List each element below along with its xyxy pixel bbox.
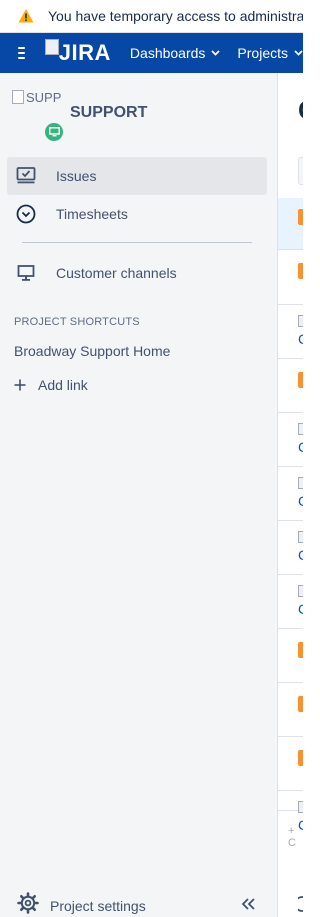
warning-icon xyxy=(18,8,34,24)
sidebar-item-issues[interactable]: Issues xyxy=(7,157,267,195)
project-avatar[interactable]: SUPP xyxy=(12,90,61,105)
service-desk-badge-icon xyxy=(45,123,63,141)
issue-tag xyxy=(298,209,303,225)
shortcut-link[interactable]: Broadway Support Home xyxy=(14,343,170,359)
issues-icon xyxy=(15,165,37,187)
broken-image-icon xyxy=(298,801,303,813)
nav-projects-label: Projects xyxy=(237,45,288,61)
nav-projects[interactable]: Projects xyxy=(237,45,303,61)
logo-text: JIRA xyxy=(58,40,111,65)
monitor-icon xyxy=(15,262,37,284)
hamburger-icon[interactable] xyxy=(18,47,25,59)
search-input[interactable] xyxy=(298,157,303,185)
broken-image-icon xyxy=(12,90,24,104)
broken-image-icon xyxy=(298,585,303,597)
clock-icon[interactable] xyxy=(294,896,303,912)
broken-image-icon xyxy=(298,531,303,543)
main-content: C C C C C C C + C xyxy=(277,73,303,917)
broken-image-icon xyxy=(44,39,59,55)
project-avatar-alt: SUPP xyxy=(26,90,62,105)
top-navigation: JIRA Dashboards Projects xyxy=(0,33,303,73)
issue-tag xyxy=(298,372,303,388)
add-link-label: Add link xyxy=(38,377,88,393)
sidebar-divider xyxy=(22,242,252,243)
row-text: C xyxy=(298,439,303,455)
row-text: C xyxy=(298,493,303,509)
issue-tag xyxy=(298,696,303,712)
row-text: C xyxy=(298,601,303,617)
chevron-down-icon xyxy=(211,50,221,56)
banner-text: You have temporary access to administrat… xyxy=(48,8,303,24)
issue-tag xyxy=(298,642,303,658)
chevron-down-icon xyxy=(294,50,303,56)
sidebar-item-label: Timesheets xyxy=(56,206,128,222)
project-shortcuts-heading: PROJECT SHORTCUTS xyxy=(14,316,140,328)
clock-icon xyxy=(15,203,37,225)
plus-icon xyxy=(14,379,26,391)
broken-image-icon xyxy=(298,423,303,435)
issue-tag xyxy=(298,263,303,279)
sidebar-item-timesheets[interactable]: Timesheets xyxy=(7,195,267,233)
page-title: C xyxy=(298,95,303,126)
nav-dashboards[interactable]: Dashboards xyxy=(130,45,221,61)
sidebar-item-label: Customer channels xyxy=(56,265,177,281)
issue-tag xyxy=(298,750,303,766)
row-text: C xyxy=(298,547,303,563)
admin-access-banner: You have temporary access to administrat… xyxy=(0,0,303,33)
gear-icon xyxy=(17,892,39,917)
project-settings-label: Project settings xyxy=(50,897,146,914)
broken-image-icon xyxy=(298,315,303,327)
jira-logo[interactable]: JIRA xyxy=(44,39,111,66)
create-issue-link[interactable]: + C xyxy=(288,825,303,849)
collapse-sidebar-icon[interactable] xyxy=(240,896,256,912)
nav-dashboards-label: Dashboards xyxy=(129,45,206,61)
broken-image-icon xyxy=(298,477,303,489)
row-text: C xyxy=(298,331,303,347)
sidebar-item-customer-channels[interactable]: Customer channels xyxy=(7,254,267,292)
add-link-button[interactable]: Add link xyxy=(14,377,88,393)
project-sidebar: SUPP SUPPORT Issues Timesheets Customer … xyxy=(0,73,277,917)
sidebar-item-label: Issues xyxy=(56,168,97,184)
project-settings-button[interactable]: Project settings xyxy=(17,892,146,917)
project-name[interactable]: SUPPORT xyxy=(70,104,147,122)
